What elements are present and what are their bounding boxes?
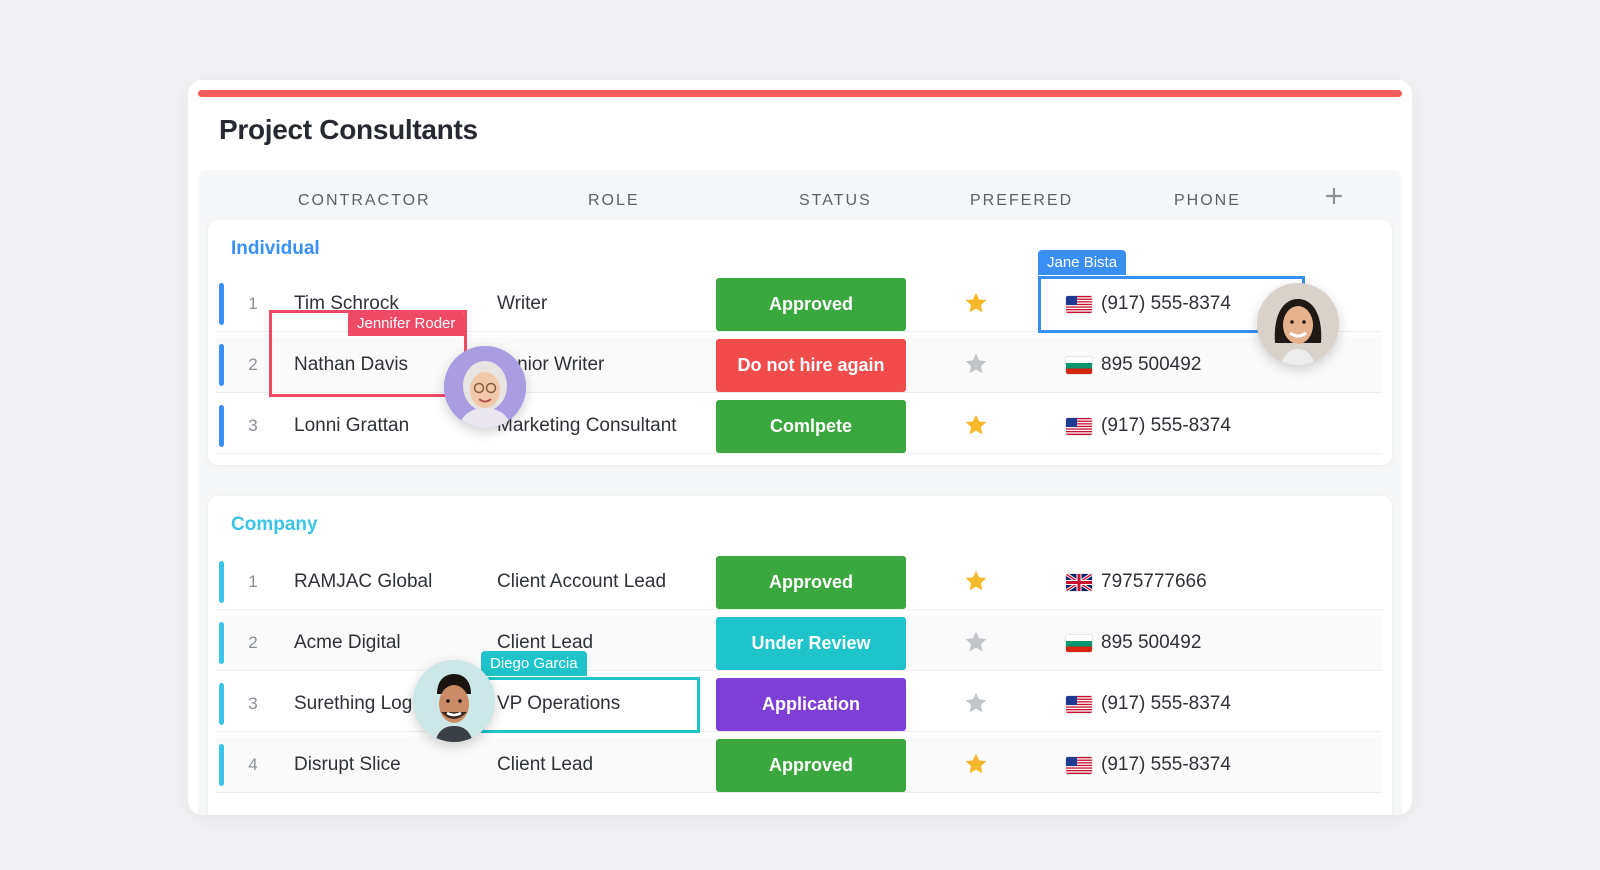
table-row[interactable]: 3 Lonni Grattan Marketing Consultant Comlpe… bbox=[216, 398, 1382, 454]
column-header-contractor[interactable]: CONTRACTOR bbox=[298, 192, 431, 210]
avatar-jennifer[interactable] bbox=[444, 346, 526, 428]
flag-us-icon bbox=[1066, 757, 1092, 774]
status-badge[interactable]: Under Review bbox=[716, 617, 906, 670]
contractor-name[interactable]: RAMJAC Global bbox=[294, 571, 432, 593]
table-row[interactable]: 1 RAMJAC Global Client Account Lead Approve… bbox=[216, 554, 1382, 610]
status-badge[interactable]: Application bbox=[716, 678, 906, 731]
row-marker bbox=[219, 283, 224, 325]
flag-bg-icon bbox=[1066, 357, 1092, 374]
row-number: 3 bbox=[248, 416, 258, 435]
avatar-diego[interactable] bbox=[413, 660, 495, 742]
role-cell[interactable]: Marketing Consultant bbox=[497, 415, 677, 437]
table-row[interactable]: 2 Nathan Davis Junior Writer Do not hire ag… bbox=[216, 337, 1382, 393]
status-badge[interactable]: Approved bbox=[716, 556, 906, 609]
contractor-name[interactable]: Nathan Davis bbox=[294, 354, 408, 376]
star-empty-icon[interactable] bbox=[963, 629, 989, 655]
status-badge[interactable]: Do not hire again bbox=[716, 339, 906, 392]
project-consultants-card: Project Consultants CONTRACTOR ROLE STAT… bbox=[188, 80, 1412, 815]
status-badge[interactable]: Approved bbox=[716, 739, 906, 792]
role-cell[interactable]: Client Lead bbox=[497, 754, 593, 776]
row-number: 1 bbox=[248, 294, 258, 313]
flag-us-icon bbox=[1066, 418, 1092, 435]
collaborator-tag-jennifer: Jennifer Roder bbox=[348, 311, 465, 336]
group-individual: Individual 1 Tim Schrock Writer Approved (91… bbox=[208, 220, 1392, 465]
plus-icon[interactable] bbox=[1324, 184, 1344, 210]
phone-number[interactable]: 895 500492 bbox=[1101, 632, 1201, 654]
contractor-name[interactable]: Lonni Grattan bbox=[294, 415, 409, 437]
status-badge[interactable]: Approved bbox=[716, 278, 906, 331]
row-number: 3 bbox=[248, 694, 258, 713]
flag-us-icon bbox=[1066, 296, 1092, 313]
phone-number[interactable]: (917) 555-8374 bbox=[1101, 415, 1231, 437]
row-marker bbox=[219, 744, 224, 786]
phone-number[interactable]: (917) 555-8374 bbox=[1101, 693, 1231, 715]
group-label-individual[interactable]: Individual bbox=[231, 238, 320, 260]
phone-number[interactable]: (917) 555-8374 bbox=[1101, 754, 1231, 776]
row-marker bbox=[219, 683, 224, 725]
row-marker bbox=[219, 344, 224, 386]
column-header-status[interactable]: STATUS bbox=[799, 192, 872, 210]
star-filled-icon[interactable] bbox=[963, 751, 989, 777]
role-cell[interactable]: Client Account Lead bbox=[497, 571, 666, 593]
flag-us-icon bbox=[1066, 696, 1092, 713]
collaborator-tag-diego: Diego Garcia bbox=[481, 651, 587, 676]
table-row[interactable]: 3 Surething Logistics VP Operations Applica… bbox=[216, 676, 1382, 732]
group-company: Company 1 RAMJAC Global Client Account Lea… bbox=[208, 496, 1392, 815]
row-marker bbox=[219, 561, 224, 603]
collaborator-tag-jane: Jane Bista bbox=[1038, 250, 1127, 275]
role-cell[interactable]: Writer bbox=[497, 293, 547, 315]
contractor-name[interactable]: Acme Digital bbox=[294, 632, 401, 654]
star-filled-icon[interactable] bbox=[963, 290, 989, 316]
status-badge[interactable]: Comlpete bbox=[716, 400, 906, 453]
flag-gb-icon bbox=[1066, 574, 1092, 591]
column-header-preferred[interactable]: PREFERED bbox=[970, 192, 1073, 210]
phone-number[interactable]: (917) 555-8374 bbox=[1101, 293, 1231, 315]
contractor-name[interactable]: Disrupt Slice bbox=[294, 754, 401, 776]
page-title: Project Consultants bbox=[219, 114, 478, 145]
row-number: 2 bbox=[248, 633, 258, 652]
phone-number[interactable]: 895 500492 bbox=[1101, 354, 1201, 376]
row-marker bbox=[219, 622, 224, 664]
consultants-table: CONTRACTOR ROLE STATUS PREFERED PHONE In… bbox=[198, 170, 1402, 815]
row-marker bbox=[219, 405, 224, 447]
star-filled-icon[interactable] bbox=[963, 568, 989, 594]
accent-bar bbox=[198, 90, 1402, 97]
table-row[interactable]: 2 Acme Digital Client Lead Under Review 895 … bbox=[216, 615, 1382, 671]
row-number: 4 bbox=[248, 755, 258, 774]
row-number: 2 bbox=[248, 355, 258, 374]
group-label-company[interactable]: Company bbox=[231, 514, 318, 536]
flag-bg-icon bbox=[1066, 635, 1092, 652]
phone-number[interactable]: 7975777666 bbox=[1101, 571, 1207, 593]
column-header-role[interactable]: ROLE bbox=[588, 192, 640, 210]
star-empty-icon[interactable] bbox=[963, 690, 989, 716]
role-cell[interactable]: VP Operations bbox=[497, 693, 620, 715]
row-number: 1 bbox=[248, 572, 258, 591]
avatar-jane[interactable] bbox=[1257, 283, 1339, 365]
table-row[interactable]: 4 Disrupt Slice Client Lead Approved (917) 5… bbox=[216, 737, 1382, 793]
column-header-phone[interactable]: PHONE bbox=[1174, 192, 1241, 210]
star-empty-icon[interactable] bbox=[963, 351, 989, 377]
star-filled-icon[interactable] bbox=[963, 412, 989, 438]
